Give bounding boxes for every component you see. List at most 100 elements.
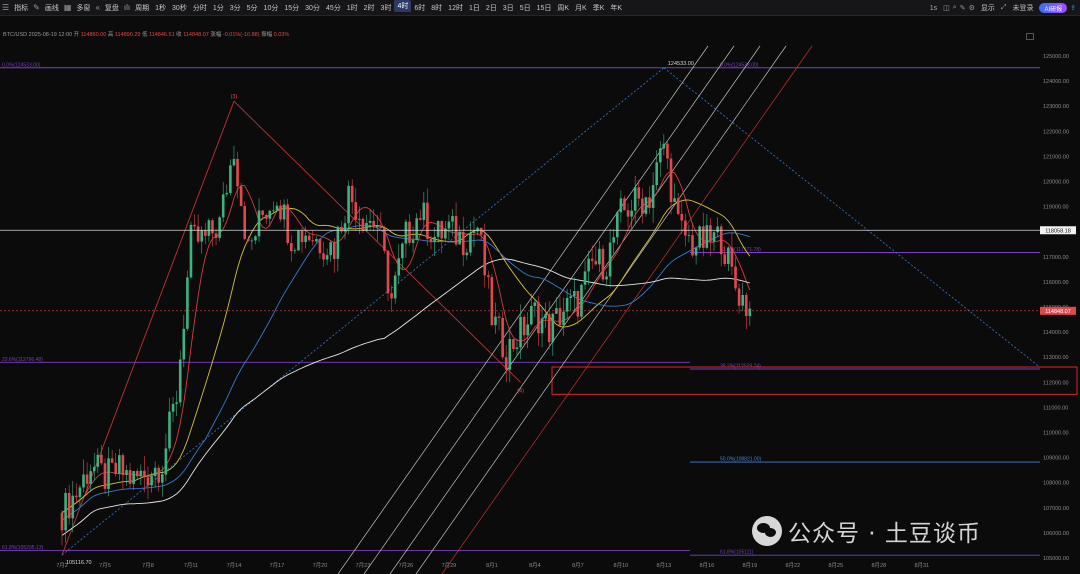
interval-20[interactable]: 5日 (517, 0, 534, 16)
candle-body (379, 226, 383, 228)
interval-23[interactable]: 月K (572, 0, 590, 16)
price-chart[interactable]: 105000.00 106000.00 107000.00 108000.00 1090… (0, 16, 1080, 574)
candle-body (153, 467, 157, 477)
candle-body (143, 470, 146, 478)
candle-type-icon[interactable]: ılı (122, 3, 132, 12)
window-icon[interactable]: ▦ (62, 3, 74, 12)
candle-body (78, 487, 82, 498)
candle-body (569, 296, 573, 298)
candle-body (415, 218, 418, 240)
candle-body (404, 221, 408, 244)
candle-body (658, 148, 662, 163)
candle-body (533, 302, 537, 306)
candle-body (178, 359, 182, 403)
interval-18[interactable]: 2日 (483, 0, 500, 16)
edit-icon[interactable]: ✎ (960, 4, 966, 12)
interval-17[interactable]: 1日 (466, 0, 483, 16)
candle-body (96, 454, 100, 467)
camera-icon[interactable]: ◫ (943, 4, 950, 12)
candle-body (619, 198, 623, 213)
interval-8[interactable]: 30分 (302, 0, 323, 16)
chart-mark: (4) (517, 388, 524, 394)
interval-10[interactable]: 1时 (344, 0, 361, 16)
multi-window-button[interactable]: 多窗 (73, 0, 93, 16)
candle-body (121, 455, 125, 475)
candle-body (246, 238, 250, 241)
refresh-rate[interactable]: 1s (927, 5, 940, 12)
period-button[interactable]: 周期 (132, 0, 152, 16)
y-tick-label: 123000.00 (1043, 104, 1069, 110)
candle-body (193, 224, 196, 227)
candle-body (92, 466, 96, 472)
interval-7[interactable]: 15分 (281, 0, 302, 16)
replay-button[interactable]: 复盘 (102, 0, 122, 16)
replay-icon[interactable]: « (93, 3, 101, 12)
ai-report-badge[interactable]: AI研报 (1039, 3, 1068, 13)
y-tick-label: 121000.00 (1043, 154, 1069, 160)
settings-icon[interactable]: ⚙ (969, 4, 975, 12)
candle-body (551, 313, 555, 343)
interval-9[interactable]: 45分 (323, 0, 344, 16)
menu-icon[interactable]: ☰ (0, 3, 11, 12)
candle-body (135, 471, 139, 477)
drawing-button[interactable]: 画线 (42, 0, 62, 16)
interval-13[interactable]: 4时 (394, 0, 412, 12)
interval-14[interactable]: 6时 (411, 0, 428, 16)
interval-22[interactable]: 周K (554, 0, 572, 16)
left-fib-label: 23.6%(112796.48) (2, 357, 43, 363)
candle-body (605, 276, 608, 280)
channel-line (337, 45, 709, 574)
left-fib-label: 0.0%(124533.00) (2, 62, 41, 68)
share-icon[interactable]: ⇪ (1070, 4, 1076, 12)
interval-0[interactable]: 1秒 (152, 0, 169, 16)
interval-2[interactable]: 分时 (190, 0, 210, 16)
candle-body (691, 235, 694, 256)
candle-body (608, 242, 612, 277)
interval-6[interactable]: 10分 (261, 0, 282, 16)
candle-body (701, 226, 705, 248)
indicator-button[interactable]: 指标 (11, 0, 31, 16)
candle-body (741, 294, 744, 306)
y-tick-label: 120000.00 (1043, 180, 1069, 186)
candle-body (390, 293, 393, 299)
candle-body (350, 185, 354, 203)
fullscreen-icon[interactable]: ⤢ (1001, 4, 1007, 12)
candle-body (727, 247, 730, 264)
candle-body (565, 297, 569, 312)
candle-body (623, 198, 626, 211)
pencil-icon[interactable]: ✎ (31, 3, 42, 12)
interval-3[interactable]: 1分 (210, 0, 227, 16)
candle-body (232, 158, 236, 166)
candle-body (132, 471, 135, 484)
candle-body (168, 411, 171, 449)
interval-1[interactable]: 30秒 (169, 0, 190, 16)
interval-25[interactable]: 年K (607, 0, 625, 16)
candle-body (494, 316, 497, 326)
x-tick-label: 8月1 (486, 562, 498, 569)
candle-body (186, 277, 189, 329)
display-button[interactable]: 显示 (978, 3, 998, 13)
candle-body (336, 226, 340, 259)
candle-body (465, 252, 469, 256)
interval-12[interactable]: 3时 (378, 0, 395, 16)
candle-body (748, 308, 752, 317)
candle-body (347, 185, 350, 224)
candle-body (583, 271, 587, 285)
interval-19[interactable]: 3日 (500, 0, 517, 16)
interval-16[interactable]: 12时 (445, 0, 466, 16)
interval-15[interactable]: 8时 (428, 0, 445, 16)
interval-21[interactable]: 15日 (534, 0, 555, 16)
watermark: 公众号 · 土豆谈币 (752, 514, 981, 548)
candle-body (544, 314, 547, 319)
candle-body (110, 458, 114, 463)
candle-body (365, 222, 368, 231)
search-icon[interactable]: ⌕ (953, 4, 957, 12)
candle-body (451, 216, 454, 222)
login-status[interactable]: 未登录 (1009, 3, 1036, 13)
candle-body (408, 221, 411, 243)
interval-24[interactable]: 季K (590, 0, 608, 16)
interval-11[interactable]: 2时 (361, 0, 378, 16)
candle-body (272, 210, 275, 212)
interval-5[interactable]: 5分 (244, 0, 261, 16)
interval-4[interactable]: 3分 (227, 0, 244, 16)
